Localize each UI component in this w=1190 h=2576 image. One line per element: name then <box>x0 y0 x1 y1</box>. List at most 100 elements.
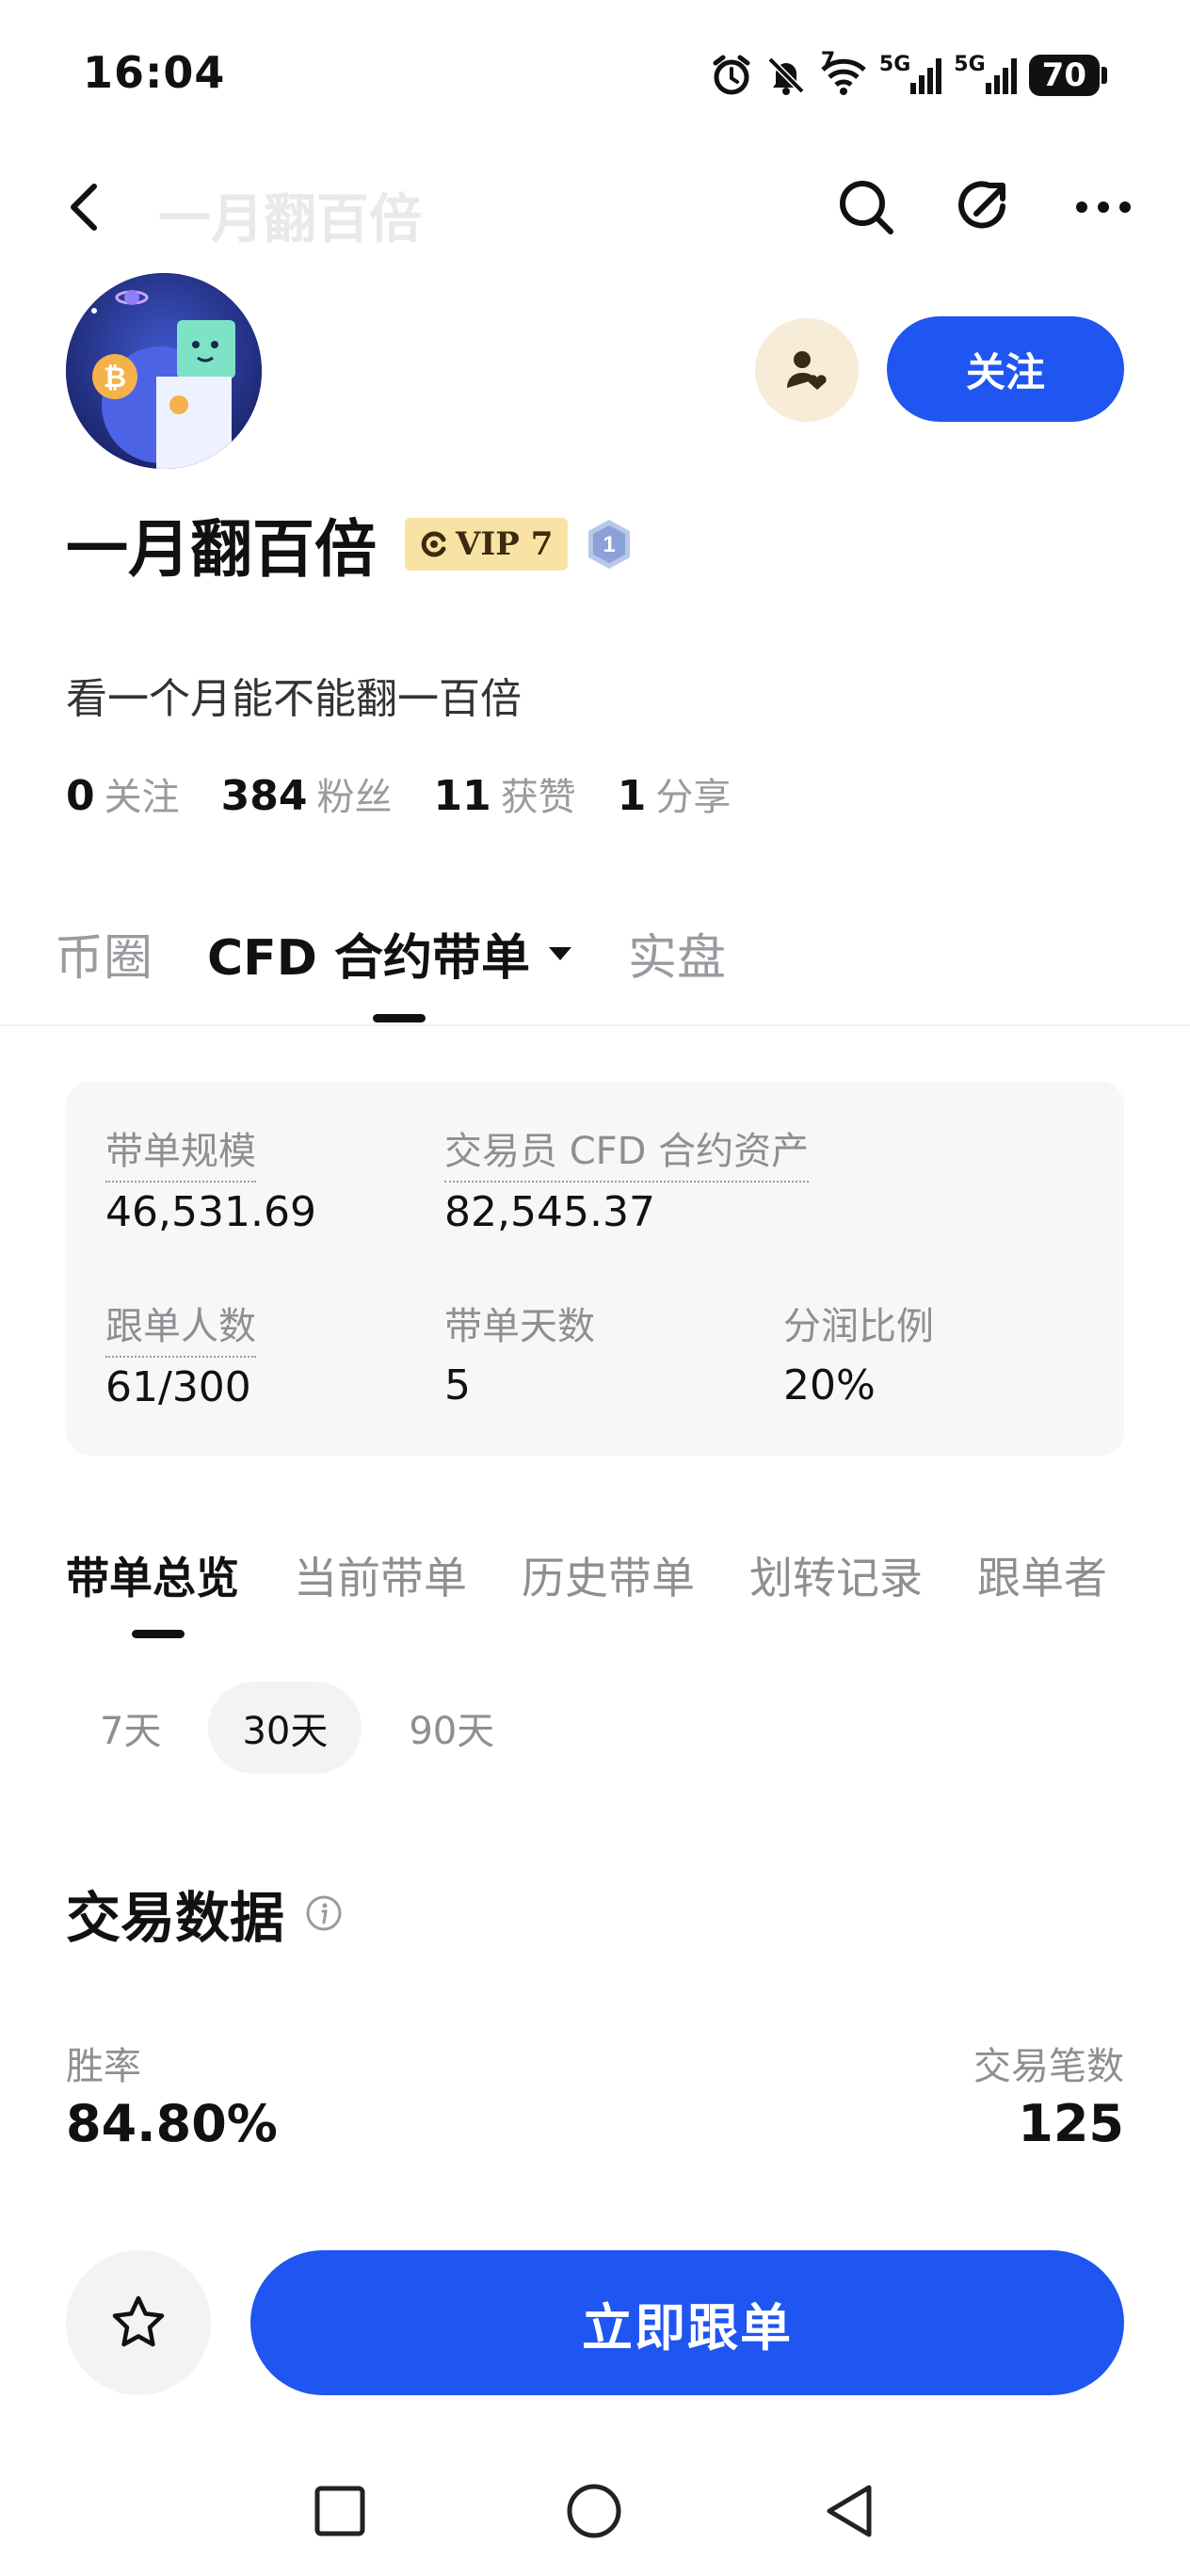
metric-win-rate: 胜率 84.80% <box>66 2036 278 2153</box>
summary-label[interactable]: 带单规模 <box>105 1120 256 1183</box>
more-icon <box>1076 201 1131 213</box>
subtab-followers[interactable]: 跟单者 <box>977 1544 1107 1606</box>
vip-badge[interactable]: VIP 7 <box>405 518 569 571</box>
sub-tabs: 带单总览 当前带单 历史带单 划转记录 跟单者 <box>66 1544 1124 1606</box>
summary-value: 82,545.37 <box>444 1188 655 1236</box>
info-icon[interactable] <box>305 1894 343 1932</box>
stat-following[interactable]: 0 关注 <box>66 766 180 821</box>
period-30d[interactable]: 30天 <box>208 1682 362 1774</box>
stat-value: 0 <box>66 772 95 820</box>
subtab-transfers[interactable]: 划转记录 <box>749 1544 923 1606</box>
trading-data-header: 交易数据 <box>66 1874 343 1953</box>
triangle-back-icon <box>827 2485 872 2537</box>
avatar[interactable]: ₿ <box>66 273 262 469</box>
network-type-label: 5G <box>878 52 911 76</box>
summary-cell-days: 带单天数 5 <box>444 1296 595 1409</box>
caret-down-icon <box>548 946 571 960</box>
system-back-button[interactable] <box>815 2478 881 2544</box>
battery-cap <box>1102 67 1107 84</box>
svg-text:₿: ₿ <box>104 362 126 394</box>
copy-trade-button[interactable]: 立即跟单 <box>250 2250 1124 2395</box>
vip-logo-icon <box>421 531 446 557</box>
vip-badge-label: VIP 7 <box>456 525 554 563</box>
stat-value: 1 <box>617 772 647 820</box>
battery-level: 70 <box>1028 55 1100 96</box>
summary-value: 46,531.69 <box>105 1188 316 1236</box>
period-90d[interactable]: 90天 <box>375 1682 528 1774</box>
stat-label: 粉丝 <box>316 776 393 819</box>
tab-crypto-circle[interactable]: 币圈 <box>55 918 153 989</box>
summary-cell-profit-share: 分润比例 20% <box>783 1296 934 1409</box>
summary-value: 20% <box>783 1361 876 1409</box>
status-time: 16:04 <box>83 47 226 98</box>
metric-label: 交易笔数 <box>973 2045 1124 2088</box>
summary-label[interactable]: 交易员 CFD 合约资产 <box>444 1120 810 1183</box>
search-icon <box>840 181 893 234</box>
nav-bar: 一月翻百倍 <box>0 151 1190 264</box>
status-bar: 16:04 7 5G 5G 70 <box>0 0 1190 151</box>
back-arrow-icon <box>71 184 97 231</box>
favorite-button[interactable] <box>66 2250 211 2395</box>
subtab-current[interactable]: 当前带单 <box>294 1544 467 1606</box>
tab-cfd-copy-trading[interactable]: CFD 合约带单 <box>207 918 573 989</box>
sub-tab-indicator <box>132 1630 185 1638</box>
tab-label: CFD 合约带单 <box>207 930 530 987</box>
share-icon <box>958 181 1005 229</box>
battery-icon: 70 <box>1028 55 1107 96</box>
summary-value: 61/300 <box>105 1363 251 1411</box>
main-tab-indicator <box>373 1014 426 1022</box>
summary-value: 5 <box>444 1361 471 1409</box>
stat-shares[interactable]: 1 分享 <box>618 766 732 821</box>
circle-icon <box>567 2484 621 2538</box>
search-button[interactable] <box>836 177 896 237</box>
tab-live-trading[interactable]: 实盘 <box>628 918 726 989</box>
stat-label: 获赞 <box>500 776 576 819</box>
period-7d[interactable]: 7天 <box>66 1682 195 1774</box>
system-nav-bar <box>0 2448 1190 2576</box>
subtab-history[interactable]: 历史带单 <box>522 1544 695 1606</box>
stat-likes[interactable]: 11 获赞 <box>433 766 575 821</box>
summary-label: 分润比例 <box>783 1305 934 1348</box>
period-selector: 7天 30天 90天 <box>66 1682 528 1774</box>
summary-label: 带单天数 <box>444 1305 595 1348</box>
wifi-icon: 7 <box>819 49 868 96</box>
level-badge[interactable]: 1 <box>583 518 635 571</box>
special-follow-button[interactable] <box>755 318 859 422</box>
signal-icon: 5G <box>878 52 942 94</box>
square-icon <box>314 2486 365 2536</box>
signal-icon: 5G <box>954 52 1017 94</box>
copy-trading-summary-card: 带单规模 46,531.69 交易员 CFD 合约资产 82,545.37 跟单… <box>66 1081 1124 1456</box>
profile-name-row: 一月翻百倍 VIP 7 1 <box>66 499 635 589</box>
profile-stats: 0 关注 384 粉丝 11 获赞 1 分享 <box>66 766 731 821</box>
level-badge-number: 1 <box>603 532 616 557</box>
summary-label[interactable]: 跟单人数 <box>105 1296 256 1358</box>
profile-bio: 看一个月能不能翻一百倍 <box>66 675 522 723</box>
nav-actions <box>836 177 1134 237</box>
section-title: 交易数据 <box>66 1886 285 1950</box>
stat-value: 11 <box>433 772 491 820</box>
stat-followers[interactable]: 384 粉丝 <box>221 766 393 821</box>
summary-cell-scale: 带单规模 46,531.69 <box>105 1120 316 1236</box>
divider <box>0 1024 1190 1026</box>
summary-cell-followers: 跟单人数 61/300 <box>105 1296 256 1411</box>
recents-button[interactable] <box>307 2478 373 2544</box>
home-button[interactable] <box>561 2478 627 2544</box>
subtab-overview[interactable]: 带单总览 <box>66 1544 239 1606</box>
main-tabs: 币圈 CFD 合约带单 实盘 <box>55 918 726 989</box>
stat-value: 384 <box>220 772 308 820</box>
more-button[interactable] <box>1073 177 1134 237</box>
back-button[interactable] <box>56 179 113 235</box>
summary-cell-trader-assets: 交易员 CFD 合约资产 82,545.37 <box>444 1120 810 1236</box>
stat-label: 分享 <box>655 776 732 819</box>
stat-label: 关注 <box>104 776 180 819</box>
bell-muted-icon <box>764 54 808 97</box>
network-type-label: 5G <box>954 52 986 76</box>
metric-value: 125 <box>1018 2094 1124 2153</box>
profile-name: 一月翻百倍 <box>66 513 377 586</box>
metric-trade-count: 交易笔数 125 <box>973 2036 1124 2153</box>
share-button[interactable] <box>955 177 1015 237</box>
follow-button[interactable]: 关注 <box>887 316 1124 422</box>
alarm-icon <box>710 54 753 97</box>
metric-value: 84.80% <box>66 2094 278 2153</box>
metric-label: 胜率 <box>66 2045 141 2088</box>
